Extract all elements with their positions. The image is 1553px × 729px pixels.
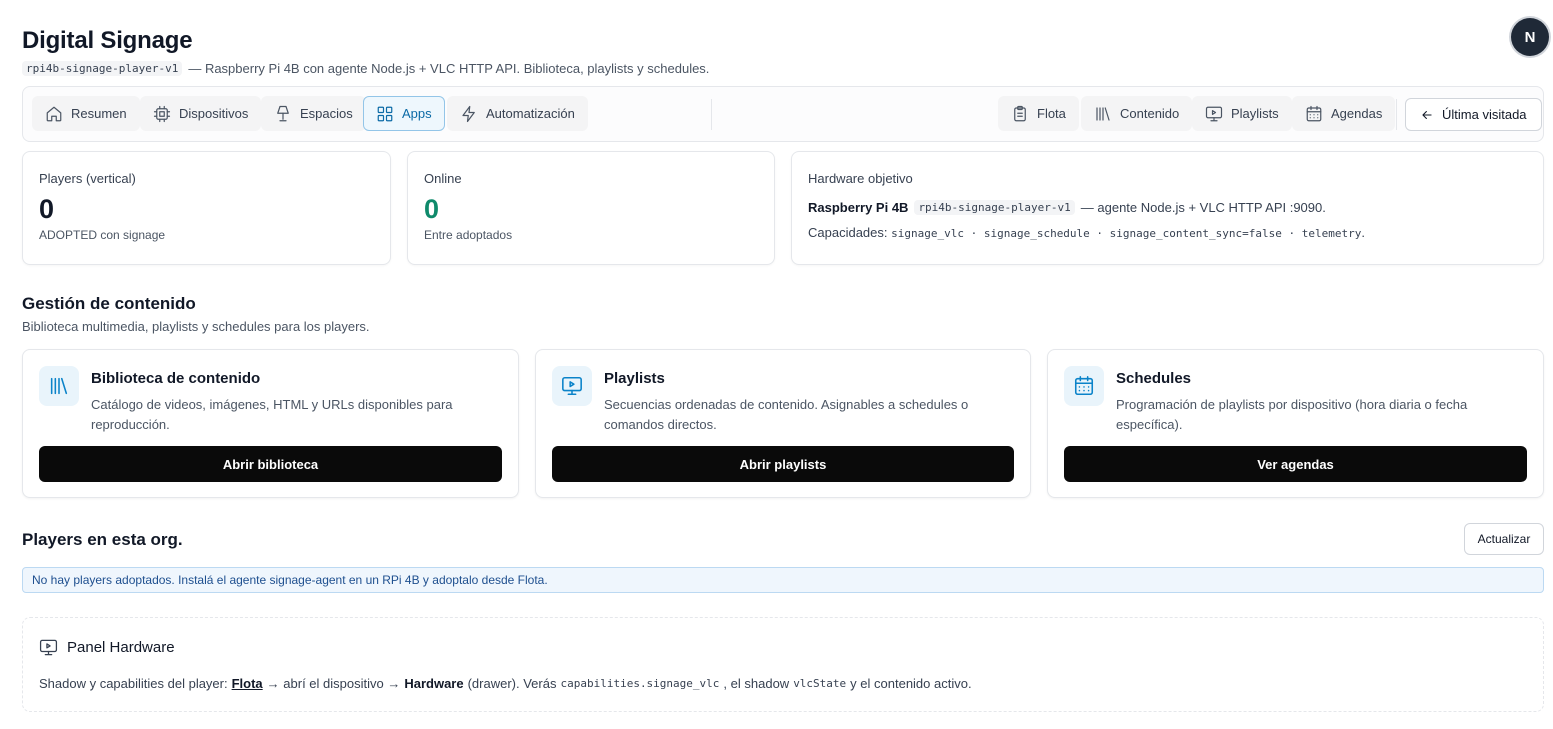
grid-icon — [377, 106, 393, 121]
nav-label: Contenido — [1120, 106, 1180, 121]
panel-text-4: , el shadow — [723, 676, 790, 691]
panel-code-capabilities: capabilities.signage_vlc — [560, 677, 720, 690]
monitor-play-icon — [562, 376, 582, 396]
calendar-icon — [1074, 376, 1094, 396]
card-description: Secuencias ordenadas de contenido. Asign… — [604, 397, 969, 432]
page-header: Digital Signage rpi4b-signage-player-v1 … — [22, 27, 709, 76]
open-library-button[interactable]: Abrir biblioteca — [39, 446, 502, 482]
library-card: Biblioteca de contenido Catálogo de vide… — [22, 349, 519, 498]
panel-description: Shadow y capabilities del player: Flota … — [39, 676, 972, 691]
calendar-icon — [1306, 105, 1322, 121]
stat-label: Online — [424, 171, 462, 186]
arrow-left-icon — [1422, 110, 1432, 119]
card-icon-box — [39, 366, 79, 406]
clipboard-icon — [1014, 105, 1026, 121]
library-icon — [1096, 106, 1110, 121]
content-section-title: Gestión de contenido — [22, 294, 196, 313]
monitor-play-icon — [1205, 106, 1223, 121]
page-title: Digital Signage — [22, 27, 193, 54]
panel-hardware-bold: Hardware — [404, 676, 464, 691]
section-navbar: Resumen Dispositivos Espacios Apps Autom… — [22, 86, 1544, 142]
device-model-code: rpi4b-signage-player-v1 — [22, 61, 183, 76]
nav-resumen[interactable]: Resumen — [32, 96, 140, 131]
players-section-title: Players en esta org. — [22, 530, 183, 549]
nav-automatizacion[interactable]: Automatización — [447, 96, 588, 131]
card-description: Programación de playlists por dispositiv… — [1116, 397, 1468, 432]
card-title: Playlists — [604, 370, 665, 387]
nav-agendas[interactable]: Agendas — [1292, 96, 1396, 131]
last-visited-button[interactable]: Última visitada — [1405, 98, 1542, 131]
schedules-card: Schedules Programación de playlists por … — [1047, 349, 1544, 498]
hardware-target-card: Hardware objetivo Raspberry Pi 4B rpi4b-… — [791, 151, 1544, 265]
panel-text-2: → abrí el dispositivo → — [266, 676, 401, 691]
nav-espacios[interactable]: Espacios — [261, 96, 366, 131]
subtitle-text: — Raspberry Pi 4B con agente Node.js + V… — [188, 61, 710, 76]
capabilities-list: signage_vlc · signage_schedule · signage… — [891, 227, 1362, 240]
stat-label: Hardware objetivo — [808, 171, 913, 186]
nav-apps[interactable]: Apps — [363, 96, 445, 131]
nav-label: Resumen — [71, 106, 127, 121]
nav-dispositivos[interactable]: Dispositivos — [140, 96, 262, 131]
hardware-device-code: rpi4b-signage-player-v1 — [914, 200, 1075, 215]
monitor-play-icon — [39, 639, 58, 656]
user-avatar[interactable]: N — [1511, 18, 1549, 56]
nav-label: Agendas — [1331, 106, 1383, 121]
view-schedules-button[interactable]: Ver agendas — [1064, 446, 1527, 482]
flota-link[interactable]: Flota — [232, 676, 263, 691]
content-section-subtitle: Biblioteca multimedia, playlists y sched… — [22, 319, 370, 334]
playlists-card: Playlists Secuencias ordenadas de conten… — [535, 349, 1031, 498]
last-visited-label: Última visitada — [1442, 107, 1527, 122]
panel-header: Panel Hardware — [39, 638, 175, 657]
stat-sub: ADOPTED con signage — [39, 227, 166, 242]
hardware-agent-text: — agente Node.js + VLC HTTP API :9090. — [1080, 200, 1326, 215]
nav-label: Automatización — [486, 106, 575, 121]
nav-divider — [1396, 99, 1397, 130]
nav-label: Flota — [1037, 106, 1066, 121]
panel-text-1: Shadow y capabilities del player: — [39, 676, 228, 691]
bolt-icon — [462, 105, 475, 122]
hardware-device-name: Raspberry Pi 4B — [808, 200, 909, 215]
hardware-device-line: Raspberry Pi 4B rpi4b-signage-player-v1 … — [808, 200, 1527, 215]
nav-contenido[interactable]: Contenido — [1081, 96, 1193, 131]
refresh-button[interactable]: Actualizar — [1464, 523, 1544, 555]
panel-title: Panel Hardware — [67, 639, 175, 656]
hardware-capabilities-line: Capacidades: signage_vlc · signage_sched… — [808, 225, 1527, 240]
open-playlists-button[interactable]: Abrir playlists — [552, 446, 1014, 482]
panel-text-3: (drawer). Verás — [467, 676, 557, 691]
home-icon — [46, 106, 62, 121]
stat-label: Players (vertical) — [39, 171, 136, 186]
nav-label: Espacios — [300, 106, 353, 121]
capabilities-end: . — [1361, 225, 1365, 240]
stat-sub: Entre adoptados — [424, 227, 513, 242]
panel-code-vlcstate: vlcState — [793, 677, 847, 690]
cpu-icon — [153, 105, 171, 122]
card-icon-box — [552, 366, 592, 406]
nav-playlists[interactable]: Playlists — [1192, 96, 1292, 131]
nav-label: Dispositivos — [179, 106, 249, 121]
stat-value: 0 — [424, 194, 440, 224]
capabilities-label: Capacidades: — [808, 225, 888, 240]
nav-divider — [711, 99, 712, 130]
stat-players-card: Players (vertical) 0 ADOPTED con signage — [22, 151, 391, 265]
no-players-alert: No hay players adoptados. Instalá el age… — [22, 567, 1544, 593]
stat-online-card: Online 0 Entre adoptados — [407, 151, 775, 265]
card-icon-box — [1064, 366, 1104, 406]
nav-flota[interactable]: Flota — [998, 96, 1079, 131]
card-title: Schedules — [1116, 370, 1192, 387]
page-subtitle: rpi4b-signage-player-v1 — Raspberry Pi 4… — [22, 61, 709, 76]
card-title: Biblioteca de contenido — [91, 370, 261, 387]
library-icon — [50, 377, 68, 395]
lamp-icon — [277, 105, 289, 121]
alert-text: No hay players adoptados. Instalá el age… — [32, 573, 548, 587]
card-description: Catálogo de videos, imágenes, HTML y URL… — [91, 397, 453, 432]
hardware-panel: Panel Hardware Shadow y capabilities del… — [22, 617, 1544, 712]
nav-label: Playlists — [1231, 106, 1279, 121]
stat-value: 0 — [39, 194, 55, 224]
panel-text-5: y el contenido activo. — [850, 676, 972, 691]
nav-label: Apps — [402, 106, 432, 121]
